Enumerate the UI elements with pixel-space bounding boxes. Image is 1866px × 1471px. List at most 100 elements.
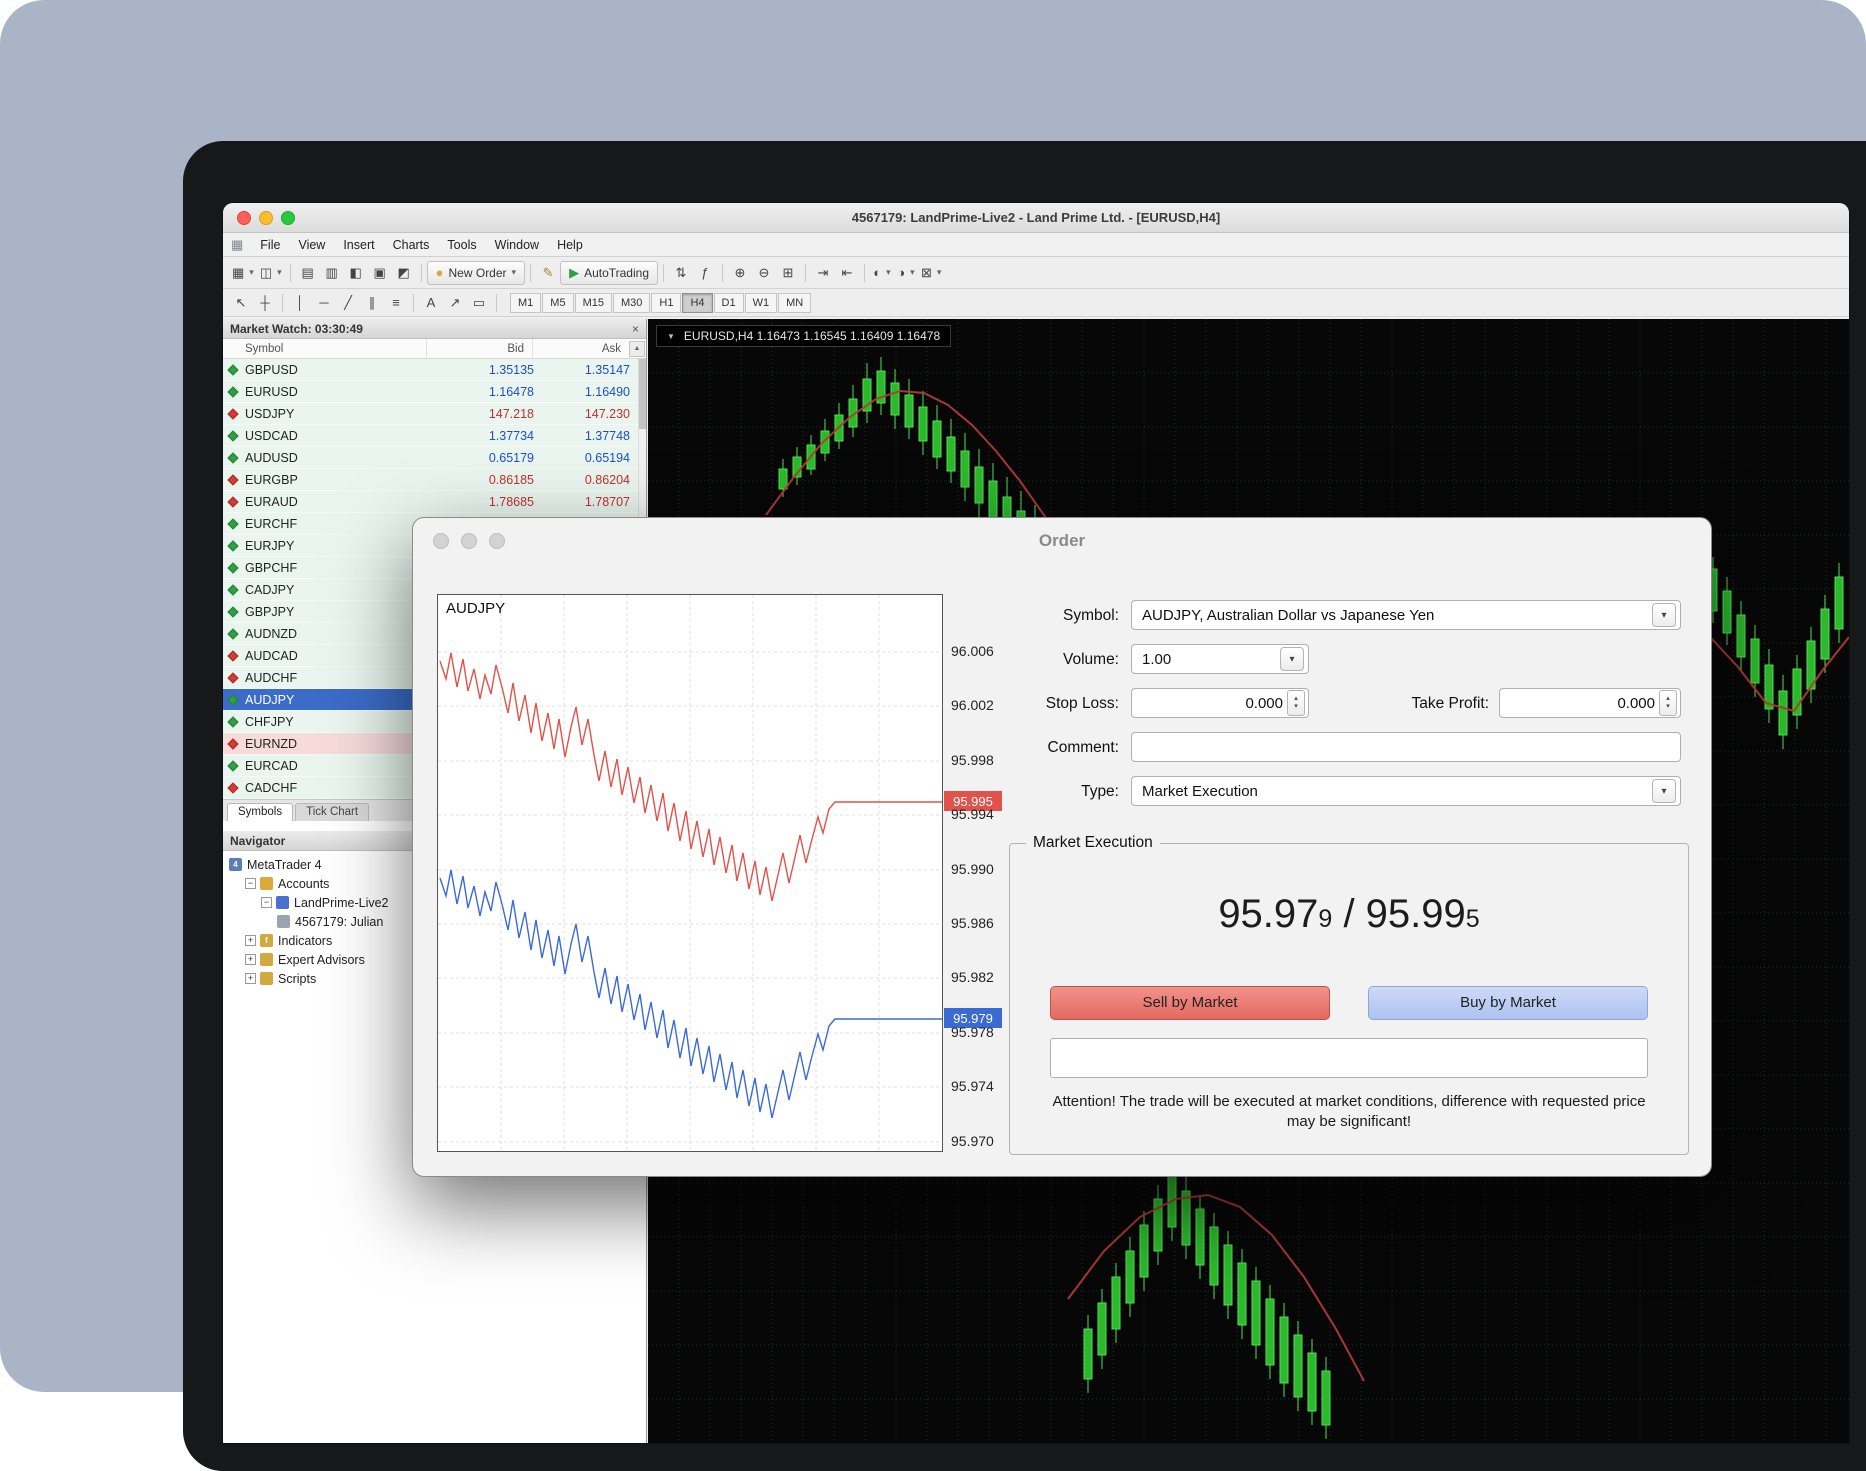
market-watch-toggle-button[interactable]: ▤ — [296, 261, 320, 285]
stepper-arrows-icon[interactable]: ▴▾ — [1287, 690, 1305, 716]
arrows-tool-button[interactable]: ↗ — [443, 291, 467, 315]
trendline-icon: ╱ — [344, 296, 352, 309]
scrollbar-thumb[interactable] — [639, 359, 646, 429]
profiles-button[interactable]: ◫▾ — [257, 261, 285, 285]
dialog-minimize-button[interactable] — [461, 533, 477, 549]
arrow-up-icon — [227, 606, 238, 617]
symbol-cell: EURJPY — [223, 539, 436, 553]
expand-icon[interactable]: + — [245, 935, 256, 946]
volume-select[interactable]: 1.00 ▾ — [1131, 644, 1309, 674]
sell-by-market-button[interactable]: Sell by Market — [1050, 986, 1330, 1020]
timeframe-w1-button[interactable]: W1 — [745, 293, 778, 313]
menu-window[interactable]: Window — [486, 235, 548, 255]
strategy-tester-button[interactable]: ◩ — [392, 261, 416, 285]
auto-scroll-button[interactable]: ⇥ — [811, 261, 835, 285]
indicators-menu-icon: ◐ — [873, 266, 881, 279]
new-chart-button[interactable]: ▦▾ — [229, 261, 257, 285]
symbol-select[interactable]: AUDJPY, Australian Dollar vs Japanese Ye… — [1131, 600, 1681, 630]
zoom-in-button[interactable]: ⊕ — [728, 261, 752, 285]
trendline-button[interactable]: ╱ — [336, 291, 360, 315]
tile-windows-button[interactable]: ⊞ — [776, 261, 800, 285]
market-watch-row[interactable]: EURAUD1.786851.78707 — [223, 491, 638, 513]
charts-list-button[interactable]: ⇅ — [669, 261, 693, 285]
buy-by-market-button[interactable]: Buy by Market — [1368, 986, 1648, 1020]
take-profit-input[interactable]: 0.000 ▴▾ — [1499, 688, 1681, 718]
dialog-traffic-lights — [433, 533, 505, 549]
timeframe-m15-button[interactable]: M15 — [575, 293, 612, 313]
timeframe-h4-button[interactable]: H4 — [682, 293, 712, 313]
expand-icon[interactable]: + — [245, 973, 256, 984]
close-window-button[interactable] — [237, 211, 251, 225]
order-dialog: Order AUDJPY 95.995 95.979 Symbol: Volum… — [412, 517, 1712, 1177]
crosshair-button[interactable]: ┼ — [253, 291, 277, 315]
dialog-close-button[interactable] — [433, 533, 449, 549]
stop-loss-input[interactable]: 0.000 ▴▾ — [1131, 688, 1309, 718]
text-tool-button[interactable]: A — [419, 291, 443, 315]
timeframe-m1-button[interactable]: M1 — [510, 293, 541, 313]
zoom-window-button[interactable] — [281, 211, 295, 225]
fibonacci-button[interactable]: ≡ — [384, 291, 408, 315]
vertical-line-button[interactable]: │ — [288, 291, 312, 315]
market-watch-row[interactable]: EURUSD1.164781.16490 — [223, 381, 638, 403]
comment-input[interactable] — [1131, 732, 1681, 762]
menu-view[interactable]: View — [289, 235, 334, 255]
shapes-tool-button[interactable]: ▭ — [467, 291, 491, 315]
market-watch-row[interactable]: AUDUSD0.651790.65194 — [223, 447, 638, 469]
horizontal-line-button[interactable]: ─ — [312, 291, 336, 315]
minimize-window-button[interactable] — [259, 211, 273, 225]
symbol-cell: AUDJPY — [223, 693, 436, 707]
market-watch-row[interactable]: USDCAD1.377341.37748 — [223, 425, 638, 447]
cursor-button[interactable]: ↖ — [229, 291, 253, 315]
menu-tools[interactable]: Tools — [438, 235, 485, 255]
symbol-name: AUDCAD — [245, 649, 298, 663]
menu-charts[interactable]: Charts — [384, 235, 439, 255]
market-watch-row[interactable]: USDJPY147.218147.230 — [223, 403, 638, 425]
terminal-toggle-button[interactable]: ▣ — [368, 261, 392, 285]
metaeditor-button[interactable]: ✎ — [536, 261, 560, 285]
menu-insert[interactable]: Insert — [334, 235, 383, 255]
navigator-toggle-button[interactable]: ◧ — [344, 261, 368, 285]
menu-file[interactable]: File — [251, 235, 289, 255]
column-symbol[interactable]: Symbol — [223, 339, 427, 358]
column-ask[interactable]: Ask — [533, 339, 629, 358]
indicators-menu-button[interactable]: ◐▾ — [870, 261, 894, 285]
data-window-button[interactable]: ▥ — [320, 261, 344, 285]
tab-symbols[interactable]: Symbols — [227, 803, 293, 821]
column-bid[interactable]: Bid — [427, 339, 533, 358]
indicators-fx-button[interactable]: ƒ — [693, 261, 717, 285]
periods-menu-icon: ◑ — [897, 266, 905, 279]
market-watch-row[interactable]: EURGBP0.861850.86204 — [223, 469, 638, 491]
timeframe-h1-button[interactable]: H1 — [651, 293, 681, 313]
chart-window-icon: ▦ — [231, 237, 243, 253]
chevron-down-icon[interactable]: ▾ — [1652, 603, 1676, 627]
chart-shift-button[interactable]: ⇤ — [835, 261, 859, 285]
timeframe-m30-button[interactable]: M30 — [613, 293, 650, 313]
new-order-button[interactable]: ●New Order▾ — [427, 261, 525, 285]
symbol-name: CADCHF — [245, 781, 297, 795]
collapse-icon[interactable]: − — [245, 878, 256, 889]
tile-windows-icon: ⊞ — [783, 266, 794, 279]
dialog-zoom-button[interactable] — [489, 533, 505, 549]
channel-button[interactable]: ∥ — [360, 291, 384, 315]
caret-down-icon: ▾ — [277, 267, 282, 278]
templates-menu-button[interactable]: ⊠▾ — [918, 261, 944, 285]
chevron-down-icon[interactable]: ▾ — [1280, 647, 1304, 671]
expand-icon[interactable]: + — [245, 954, 256, 965]
autotrading-button[interactable]: ▶AutoTrading — [560, 261, 658, 285]
order-type-select[interactable]: Market Execution ▾ — [1131, 776, 1681, 806]
market-watch-row[interactable]: GBPUSD1.351351.35147 — [223, 359, 638, 381]
data-window-icon: ▥ — [326, 266, 338, 279]
timeframe-m5-button[interactable]: M5 — [542, 293, 573, 313]
periods-menu-button[interactable]: ◑▾ — [894, 261, 918, 285]
close-panel-icon[interactable]: × — [632, 322, 639, 336]
scroll-up-button[interactable]: ▲ — [629, 341, 645, 357]
timeframe-d1-button[interactable]: D1 — [714, 293, 744, 313]
stepper-arrows-icon[interactable]: ▴▾ — [1659, 690, 1677, 716]
collapse-icon[interactable]: − — [261, 897, 272, 908]
tab-tick-chart[interactable]: Tick Chart — [295, 803, 369, 821]
chevron-down-icon[interactable]: ▾ — [1652, 779, 1676, 803]
menu-help[interactable]: Help — [548, 235, 592, 255]
tick-chart-panel: AUDJPY — [437, 594, 943, 1152]
timeframe-mn-button[interactable]: MN — [778, 293, 811, 313]
zoom-out-button[interactable]: ⊖ — [752, 261, 776, 285]
